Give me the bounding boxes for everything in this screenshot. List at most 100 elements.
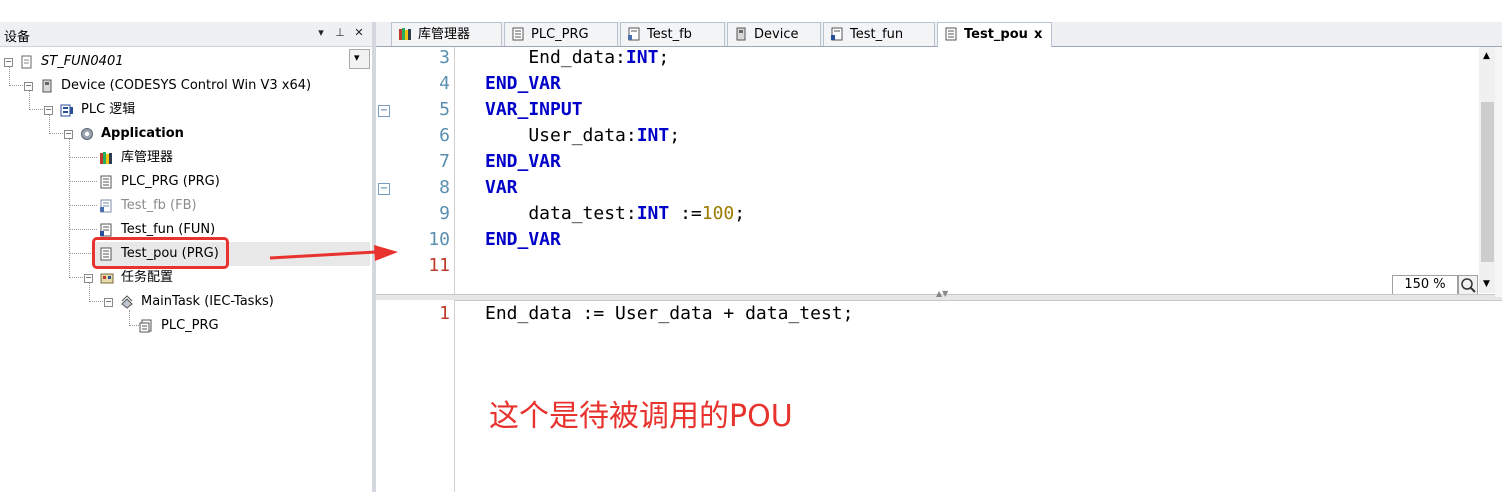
keyword-token: VAR_INPUT bbox=[485, 99, 583, 120]
collapse-icon[interactable]: − bbox=[24, 82, 33, 91]
pou-program-icon bbox=[100, 175, 112, 189]
keyword-token: INT bbox=[625, 47, 659, 68]
annotation-text: 这个是待被调用的POU bbox=[489, 399, 793, 434]
task-config-icon bbox=[100, 273, 114, 284]
collapse-icon[interactable]: − bbox=[84, 274, 93, 283]
red-arrow-icon bbox=[269, 245, 398, 261]
tab-library-manager[interactable]: 库管理器 bbox=[391, 22, 502, 46]
tree-item-label: 任务配置 bbox=[121, 270, 174, 285]
implementation-gutter bbox=[376, 300, 455, 492]
tree-item-label: MainTask (IEC-Tasks) bbox=[141, 294, 274, 309]
fold-toggle-icon[interactable]: − bbox=[378, 183, 390, 195]
close-panel-icon[interactable]: ✕ bbox=[352, 26, 366, 40]
tree-item-application[interactable]: − Application bbox=[0, 122, 370, 146]
code-line[interactable]: END_VAR bbox=[485, 227, 561, 253]
project-icon bbox=[21, 55, 32, 69]
zoom-icon[interactable] bbox=[1458, 275, 1478, 295]
line-number: 1 bbox=[439, 303, 450, 324]
pou-function-block-icon bbox=[100, 199, 112, 213]
collapse-icon[interactable]: − bbox=[64, 130, 73, 139]
tab-label: 库管理器 bbox=[418, 27, 471, 42]
line-number: 5 bbox=[439, 99, 450, 120]
line-number: 9 bbox=[439, 203, 450, 224]
tree-item-label: PLC 逻辑 bbox=[81, 102, 136, 117]
tree-item-main-task[interactable]: − MainTask (IEC-Tasks) bbox=[0, 290, 370, 314]
tree-item-library-manager[interactable]: 库管理器 bbox=[0, 146, 370, 170]
tree-item-task-config[interactable]: − 任务配置 bbox=[0, 266, 370, 290]
program-call-icon bbox=[139, 319, 152, 333]
scroll-down-icon[interactable]: ▼ bbox=[1483, 279, 1490, 289]
keyword-token: VAR bbox=[485, 177, 518, 198]
pou-function-icon bbox=[831, 27, 843, 41]
keyword-token: END_VAR bbox=[485, 151, 561, 172]
collapse-icon[interactable]: − bbox=[44, 106, 53, 115]
code-line[interactable]: End_data:INT; bbox=[485, 45, 669, 71]
tab-label: Test_fun bbox=[850, 27, 904, 42]
pou-editor: 3 End_data:INT; 4 END_VAR 5 − VAR_INPUT 6 User… bbox=[376, 47, 1502, 492]
task-icon bbox=[121, 295, 133, 309]
tree-item-label: PLC_PRG (PRG) bbox=[121, 174, 220, 189]
tab-plc-prg[interactable]: PLC_PRG bbox=[504, 22, 618, 46]
tree-item-label: Device (CODESYS Control Win V3 x64) bbox=[61, 78, 312, 93]
line-number: 6 bbox=[439, 125, 450, 146]
line-number: 10 bbox=[428, 229, 450, 250]
line-number: 11 bbox=[428, 255, 450, 276]
zoom-level[interactable]: 150 % bbox=[1392, 275, 1458, 295]
keyword-token: END_VAR bbox=[485, 73, 561, 94]
tree-item-label: Test_fb (FB) bbox=[121, 198, 197, 213]
tree-item-test-fb[interactable]: Test_fb (FB) bbox=[0, 194, 370, 218]
collapse-icon[interactable]: − bbox=[4, 58, 13, 67]
code-line[interactable]: END_VAR bbox=[485, 149, 561, 175]
tab-test-pou[interactable]: Test_pou x bbox=[937, 22, 1052, 47]
tab-label: Test_fb bbox=[647, 27, 692, 42]
tree-item-project[interactable]: − ST_FUN0401 bbox=[0, 50, 370, 74]
tab-device[interactable]: Device bbox=[727, 22, 821, 46]
tree-item-plc-logic[interactable]: − PLC 逻辑 bbox=[0, 98, 370, 122]
pou-function-icon bbox=[100, 223, 112, 237]
tree-item-program-call[interactable]: PLC_PRG bbox=[0, 314, 370, 338]
pou-program-icon bbox=[945, 27, 957, 41]
plc-logic-icon bbox=[60, 104, 73, 117]
code-line[interactable]: END_VAR bbox=[485, 71, 561, 97]
pou-function-block-icon bbox=[628, 27, 640, 41]
panel-title-bar: 设备 ▾ ⊥ ✕ bbox=[0, 22, 372, 47]
scrollbar-thumb[interactable] bbox=[1481, 102, 1494, 262]
code-token: ; bbox=[669, 125, 681, 146]
editor-split-handle[interactable]: ▲▼ bbox=[376, 289, 1502, 301]
side-toolbar-strip bbox=[1495, 47, 1502, 297]
tree-item-plc-prg[interactable]: PLC_PRG (PRG) bbox=[0, 170, 370, 194]
line-number: 3 bbox=[439, 47, 450, 68]
line-number: 4 bbox=[439, 73, 450, 94]
collapse-icon[interactable]: − bbox=[104, 298, 113, 307]
pin-icon[interactable]: ⊥ bbox=[333, 26, 347, 40]
code-line[interactable]: data_test:INT :=100; bbox=[485, 201, 745, 227]
tree-item-label: ST_FUN0401 bbox=[41, 54, 124, 69]
code-line[interactable]: VAR_INPUT bbox=[485, 97, 583, 123]
close-tab-icon[interactable]: x bbox=[1034, 23, 1042, 46]
keyword-token: END_VAR bbox=[485, 229, 561, 250]
code-token: End_data := User_data + data_test; bbox=[485, 303, 854, 324]
panel-menu-icon[interactable]: ▾ bbox=[314, 26, 328, 40]
code-token: ; bbox=[658, 47, 670, 68]
tree-item-label: Application bbox=[101, 126, 184, 141]
code-line[interactable]: End_data := User_data + data_test; bbox=[485, 301, 853, 327]
scroll-up-icon[interactable]: ▲ bbox=[1483, 51, 1490, 61]
code-token: data_test: bbox=[485, 203, 637, 224]
tab-label: Device bbox=[754, 27, 799, 42]
code-line[interactable]: User_data:INT; bbox=[485, 123, 680, 149]
split-arrows-icon[interactable]: ▲▼ bbox=[936, 289, 948, 298]
editor-tab-bar: 库管理器 PLC_PRG Test_fb Device Test_fun Tes… bbox=[376, 22, 1502, 47]
tree-item-device[interactable]: − Device (CODESYS Control Win V3 x64) bbox=[0, 74, 370, 98]
number-token: 100 bbox=[701, 203, 735, 224]
code-line[interactable]: VAR bbox=[485, 175, 518, 201]
keyword-token: INT bbox=[636, 125, 670, 146]
tree-item-label: 库管理器 bbox=[121, 150, 174, 165]
fold-toggle-icon[interactable]: − bbox=[378, 105, 390, 117]
tree-item-label: PLC_PRG bbox=[161, 318, 219, 333]
device-icon bbox=[736, 27, 746, 41]
tab-test-fun[interactable]: Test_fun bbox=[823, 22, 935, 46]
tab-test-fb[interactable]: Test_fb bbox=[620, 22, 725, 46]
panel-title: 设备 bbox=[4, 30, 31, 45]
device-tree: − ST_FUN0401 − Device (CODESYS Control W… bbox=[0, 48, 372, 492]
declaration-scrollbar[interactable]: ▲ ▼ bbox=[1479, 47, 1496, 293]
